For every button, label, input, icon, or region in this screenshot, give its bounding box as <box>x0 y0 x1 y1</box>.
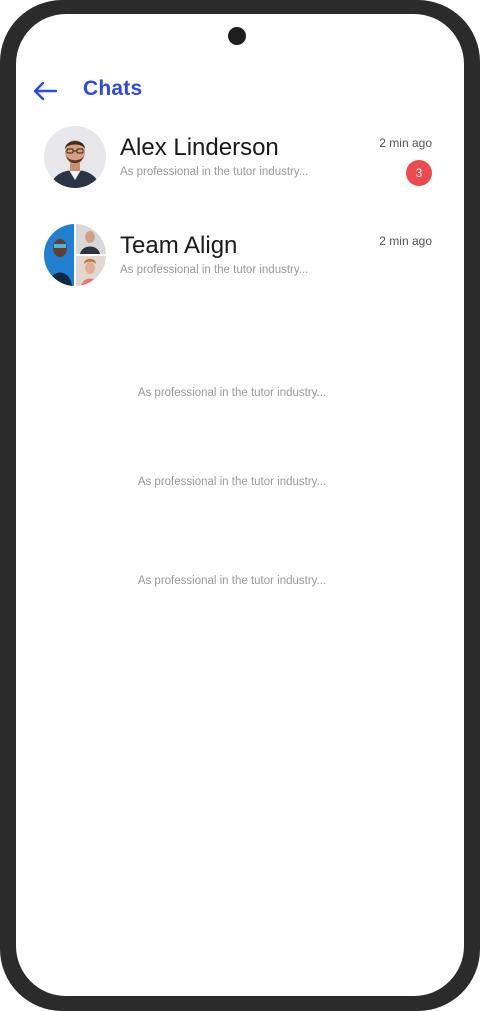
ghost-preview: As professional in the tutor industry... <box>137 575 327 587</box>
page-title: Chats <box>83 77 143 100</box>
chat-preview: As professional in the tutor industry... <box>120 166 309 178</box>
ghost-preview: As professional in the tutor industry... <box>137 476 327 488</box>
phone-frame: Chats Alex Linderson As professional in … <box>0 0 480 1011</box>
front-camera <box>228 27 246 45</box>
back-button[interactable] <box>30 76 60 106</box>
chat-item-alex-linderson[interactable]: Alex Linderson As professional in the tu… <box>16 126 464 206</box>
group-avatar-icon <box>44 224 106 286</box>
avatar <box>44 126 106 188</box>
unread-badge: 3 <box>406 160 432 186</box>
phone-screen: Chats Alex Linderson As professional in … <box>16 14 464 996</box>
ghost-preview: As professional in the tutor industry... <box>137 387 327 399</box>
avatar <box>44 224 106 286</box>
chat-time: 2 min ago <box>379 136 432 150</box>
chat-name: Team Align <box>120 232 238 259</box>
chat-item-team-align[interactable]: Team Align As professional in the tutor … <box>16 224 464 304</box>
person-avatar-icon <box>44 126 106 188</box>
chats-header: Chats <box>16 74 464 110</box>
chat-name: Alex Linderson <box>120 134 279 161</box>
arrow-left-icon <box>33 81 58 101</box>
chat-preview: As professional in the tutor industry... <box>120 264 309 276</box>
chat-time: 2 min ago <box>379 234 432 248</box>
